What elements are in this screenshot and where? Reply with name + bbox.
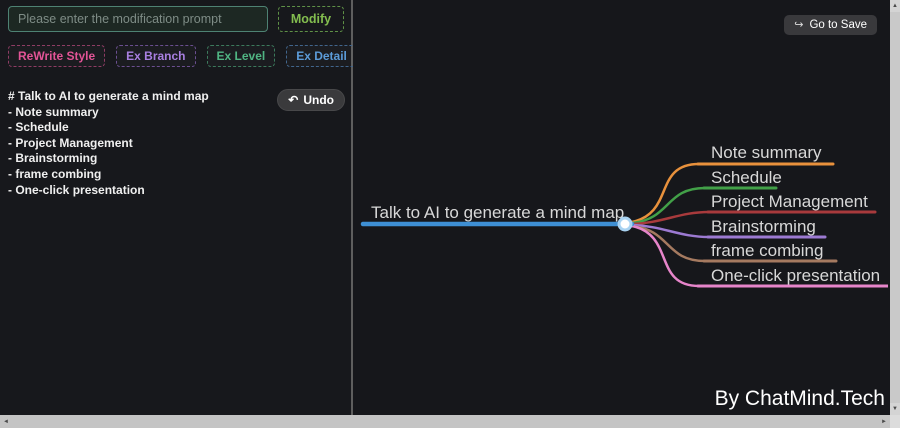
main-area: Modify ReWrite Style Ex Branch Ex Level … bbox=[0, 0, 890, 415]
mindmap-graphic: Note summary Schedule Project Management… bbox=[353, 0, 888, 415]
root-node-label[interactable]: Talk to AI to generate a mind map bbox=[371, 203, 624, 222]
undo-label: Undo bbox=[303, 93, 334, 107]
rewrite-style-button[interactable]: ReWrite Style bbox=[8, 45, 105, 67]
vertical-scrollbar[interactable]: ▲ ▼ bbox=[890, 0, 900, 415]
markdown-line: - Schedule bbox=[8, 120, 343, 136]
go-to-save-button[interactable]: ↪ Go to Save bbox=[784, 15, 877, 35]
modify-button[interactable]: Modify bbox=[278, 6, 344, 32]
scroll-left-icon[interactable]: ◄ bbox=[0, 419, 12, 425]
go-to-save-label: Go to Save bbox=[809, 19, 867, 31]
markdown-line: - frame combing bbox=[8, 167, 343, 183]
branch-label[interactable]: One-click presentation bbox=[711, 266, 880, 285]
mindmap-canvas[interactable]: ↪ Go to Save Note summary bbox=[353, 0, 890, 415]
expand-branch-button[interactable]: Ex Branch bbox=[116, 45, 195, 67]
branch-label[interactable]: Note summary bbox=[711, 143, 822, 162]
chatmind-app: Modify ReWrite Style Ex Branch Ex Level … bbox=[0, 0, 900, 428]
ai-actions-row: ReWrite Style Ex Branch Ex Level Ex Deta… bbox=[0, 37, 351, 67]
go-to-save-icon: ↪ bbox=[794, 20, 803, 31]
undo-button[interactable]: ↶ Undo bbox=[277, 89, 345, 111]
markdown-line: - Brainstorming bbox=[8, 151, 343, 167]
branch-label[interactable]: Brainstorming bbox=[711, 217, 816, 236]
markdown-line: - Project Management bbox=[8, 136, 343, 152]
branch-label[interactable]: frame combing bbox=[711, 241, 823, 260]
modification-panel: Modify ReWrite Style Ex Branch Ex Level … bbox=[0, 0, 353, 415]
undo-icon: ↶ bbox=[288, 94, 298, 106]
scroll-down-icon[interactable]: ▼ bbox=[890, 403, 900, 415]
node-expand-handle[interactable] bbox=[619, 218, 631, 230]
horizontal-scrollbar[interactable]: ◄ ► bbox=[0, 415, 890, 428]
markdown-editor[interactable]: # Talk to AI to generate a mind map - No… bbox=[0, 81, 351, 206]
expand-detail-button[interactable]: Ex Detail bbox=[286, 45, 357, 67]
scroll-right-icon[interactable]: ► bbox=[878, 419, 890, 425]
markdown-line: - One-click presentation bbox=[8, 183, 343, 199]
expand-level-button[interactable]: Ex Level bbox=[207, 45, 276, 67]
branch-label[interactable]: Project Management bbox=[711, 192, 868, 211]
watermark: By ChatMind.Tech bbox=[715, 387, 885, 411]
branch-label[interactable]: Schedule bbox=[711, 168, 782, 187]
scrollbar-corner bbox=[890, 415, 900, 428]
scroll-up-icon[interactable]: ▲ bbox=[890, 0, 900, 12]
prompt-row: Modify bbox=[0, 0, 351, 37]
modification-prompt-input[interactable] bbox=[8, 6, 268, 32]
